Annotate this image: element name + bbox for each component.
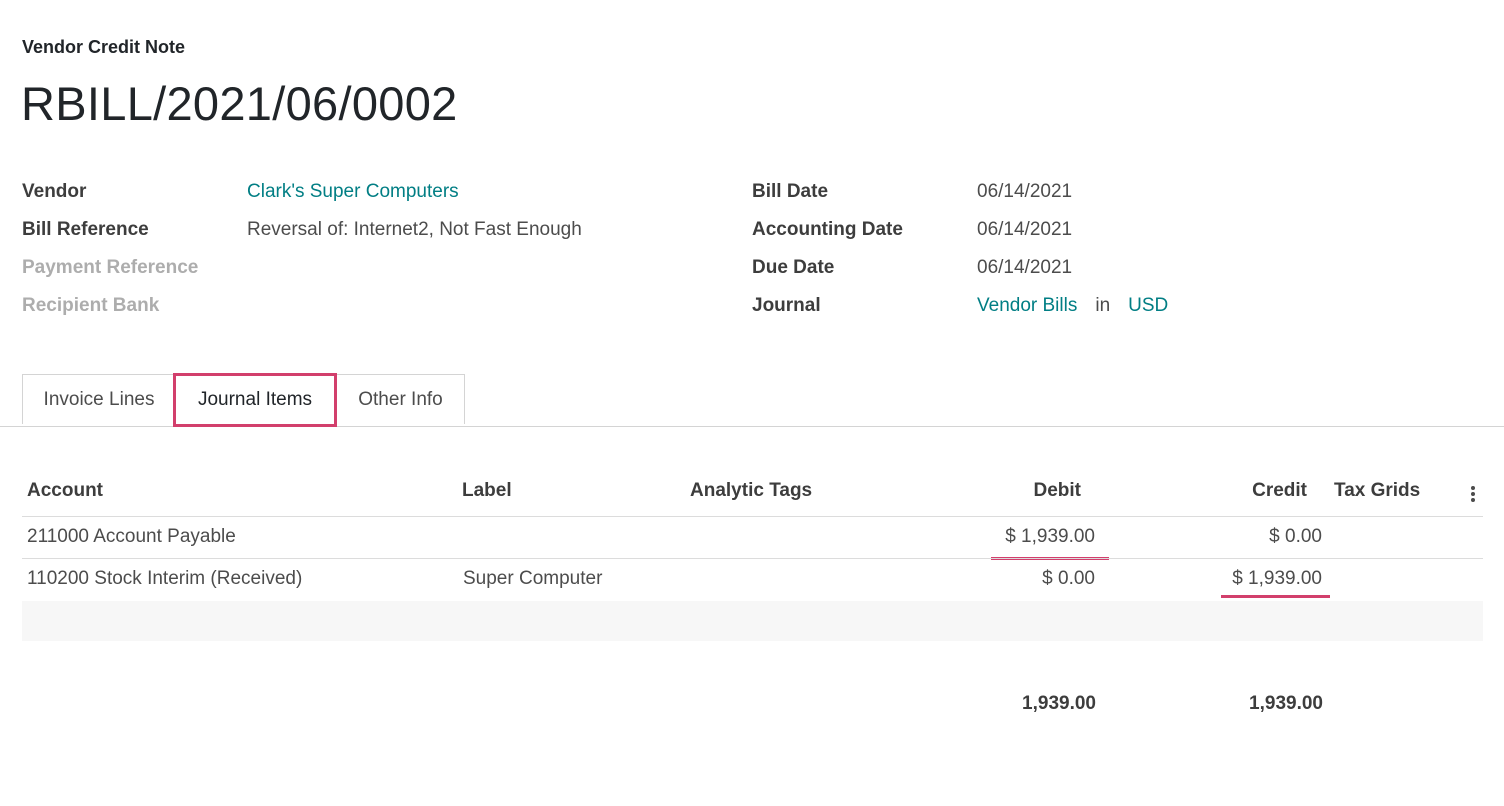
bill-reference-label: Bill Reference [22, 219, 149, 240]
col-account[interactable]: Account [27, 480, 103, 502]
col-analytic-tags[interactable]: Analytic Tags [690, 480, 812, 502]
journal-label: Journal [752, 295, 821, 316]
bill-reference-row: Bill Reference [22, 215, 149, 245]
recipient-bank-row: Recipient Bank [22, 291, 159, 321]
row2-credit[interactable]: $ 1,939.00 [1182, 568, 1322, 590]
col-label[interactable]: Label [462, 480, 512, 502]
journal-in-text: in [1095, 295, 1111, 316]
row2-debit[interactable]: $ 0.00 [955, 568, 1095, 590]
total-credit: 1,939.00 [1249, 693, 1323, 714]
accounting-date-label: Accounting Date [752, 219, 903, 240]
total-debit: 1,939.00 [1022, 693, 1096, 714]
bill-date-value[interactable]: 06/14/2021 [977, 181, 1072, 203]
row2-label[interactable]: Super Computer [463, 568, 602, 590]
bill-date-label: Bill Date [752, 181, 829, 202]
vendor-label: Vendor [22, 181, 87, 202]
credit-highlight-underline [1221, 595, 1330, 598]
vendor-link[interactable]: Clark's Super Computers [247, 181, 459, 203]
due-date-label: Due Date [752, 257, 835, 278]
accounting-date-value[interactable]: 06/14/2021 [977, 219, 1072, 241]
recipient-bank-label: Recipient Bank [22, 295, 160, 316]
payment-reference-row: Payment Reference [22, 253, 198, 283]
journal-link[interactable]: Vendor Bills [977, 295, 1077, 317]
due-date-value[interactable]: 06/14/2021 [977, 257, 1072, 279]
tab-journal-items[interactable]: Journal Items [173, 373, 337, 427]
payment-reference-label: Payment Reference [22, 257, 199, 278]
row-divider [22, 558, 1483, 559]
row1-debit[interactable]: $ 1,939.00 [955, 526, 1095, 548]
optional-columns-icon[interactable] [1468, 486, 1478, 504]
notebook-tabs: Invoice Lines Journal Items Other Info [0, 373, 1504, 427]
currency-link[interactable]: USD [1128, 295, 1168, 317]
bill-reference-value[interactable]: Reversal of: Internet2, Not Fast Enough [247, 219, 582, 241]
tab-other-info[interactable]: Other Info [336, 374, 465, 424]
header-divider [22, 516, 1483, 517]
col-tax-grids[interactable]: Tax Grids [1334, 480, 1420, 502]
row2-account[interactable]: 110200 Stock Interim (Received) [27, 568, 302, 590]
col-credit[interactable]: Credit [1207, 480, 1307, 502]
row1-credit[interactable]: $ 0.00 [1182, 526, 1322, 548]
empty-row [22, 601, 1483, 641]
row1-account[interactable]: 211000 Account Payable [27, 526, 236, 548]
page-title: RBILL/2021/06/0002 [21, 77, 458, 130]
col-debit[interactable]: Debit [981, 480, 1082, 502]
tab-invoice-lines[interactable]: Invoice Lines [22, 374, 176, 424]
doc-type: Vendor Credit Note [22, 37, 186, 57]
vendor-row: Vendor [22, 177, 86, 207]
